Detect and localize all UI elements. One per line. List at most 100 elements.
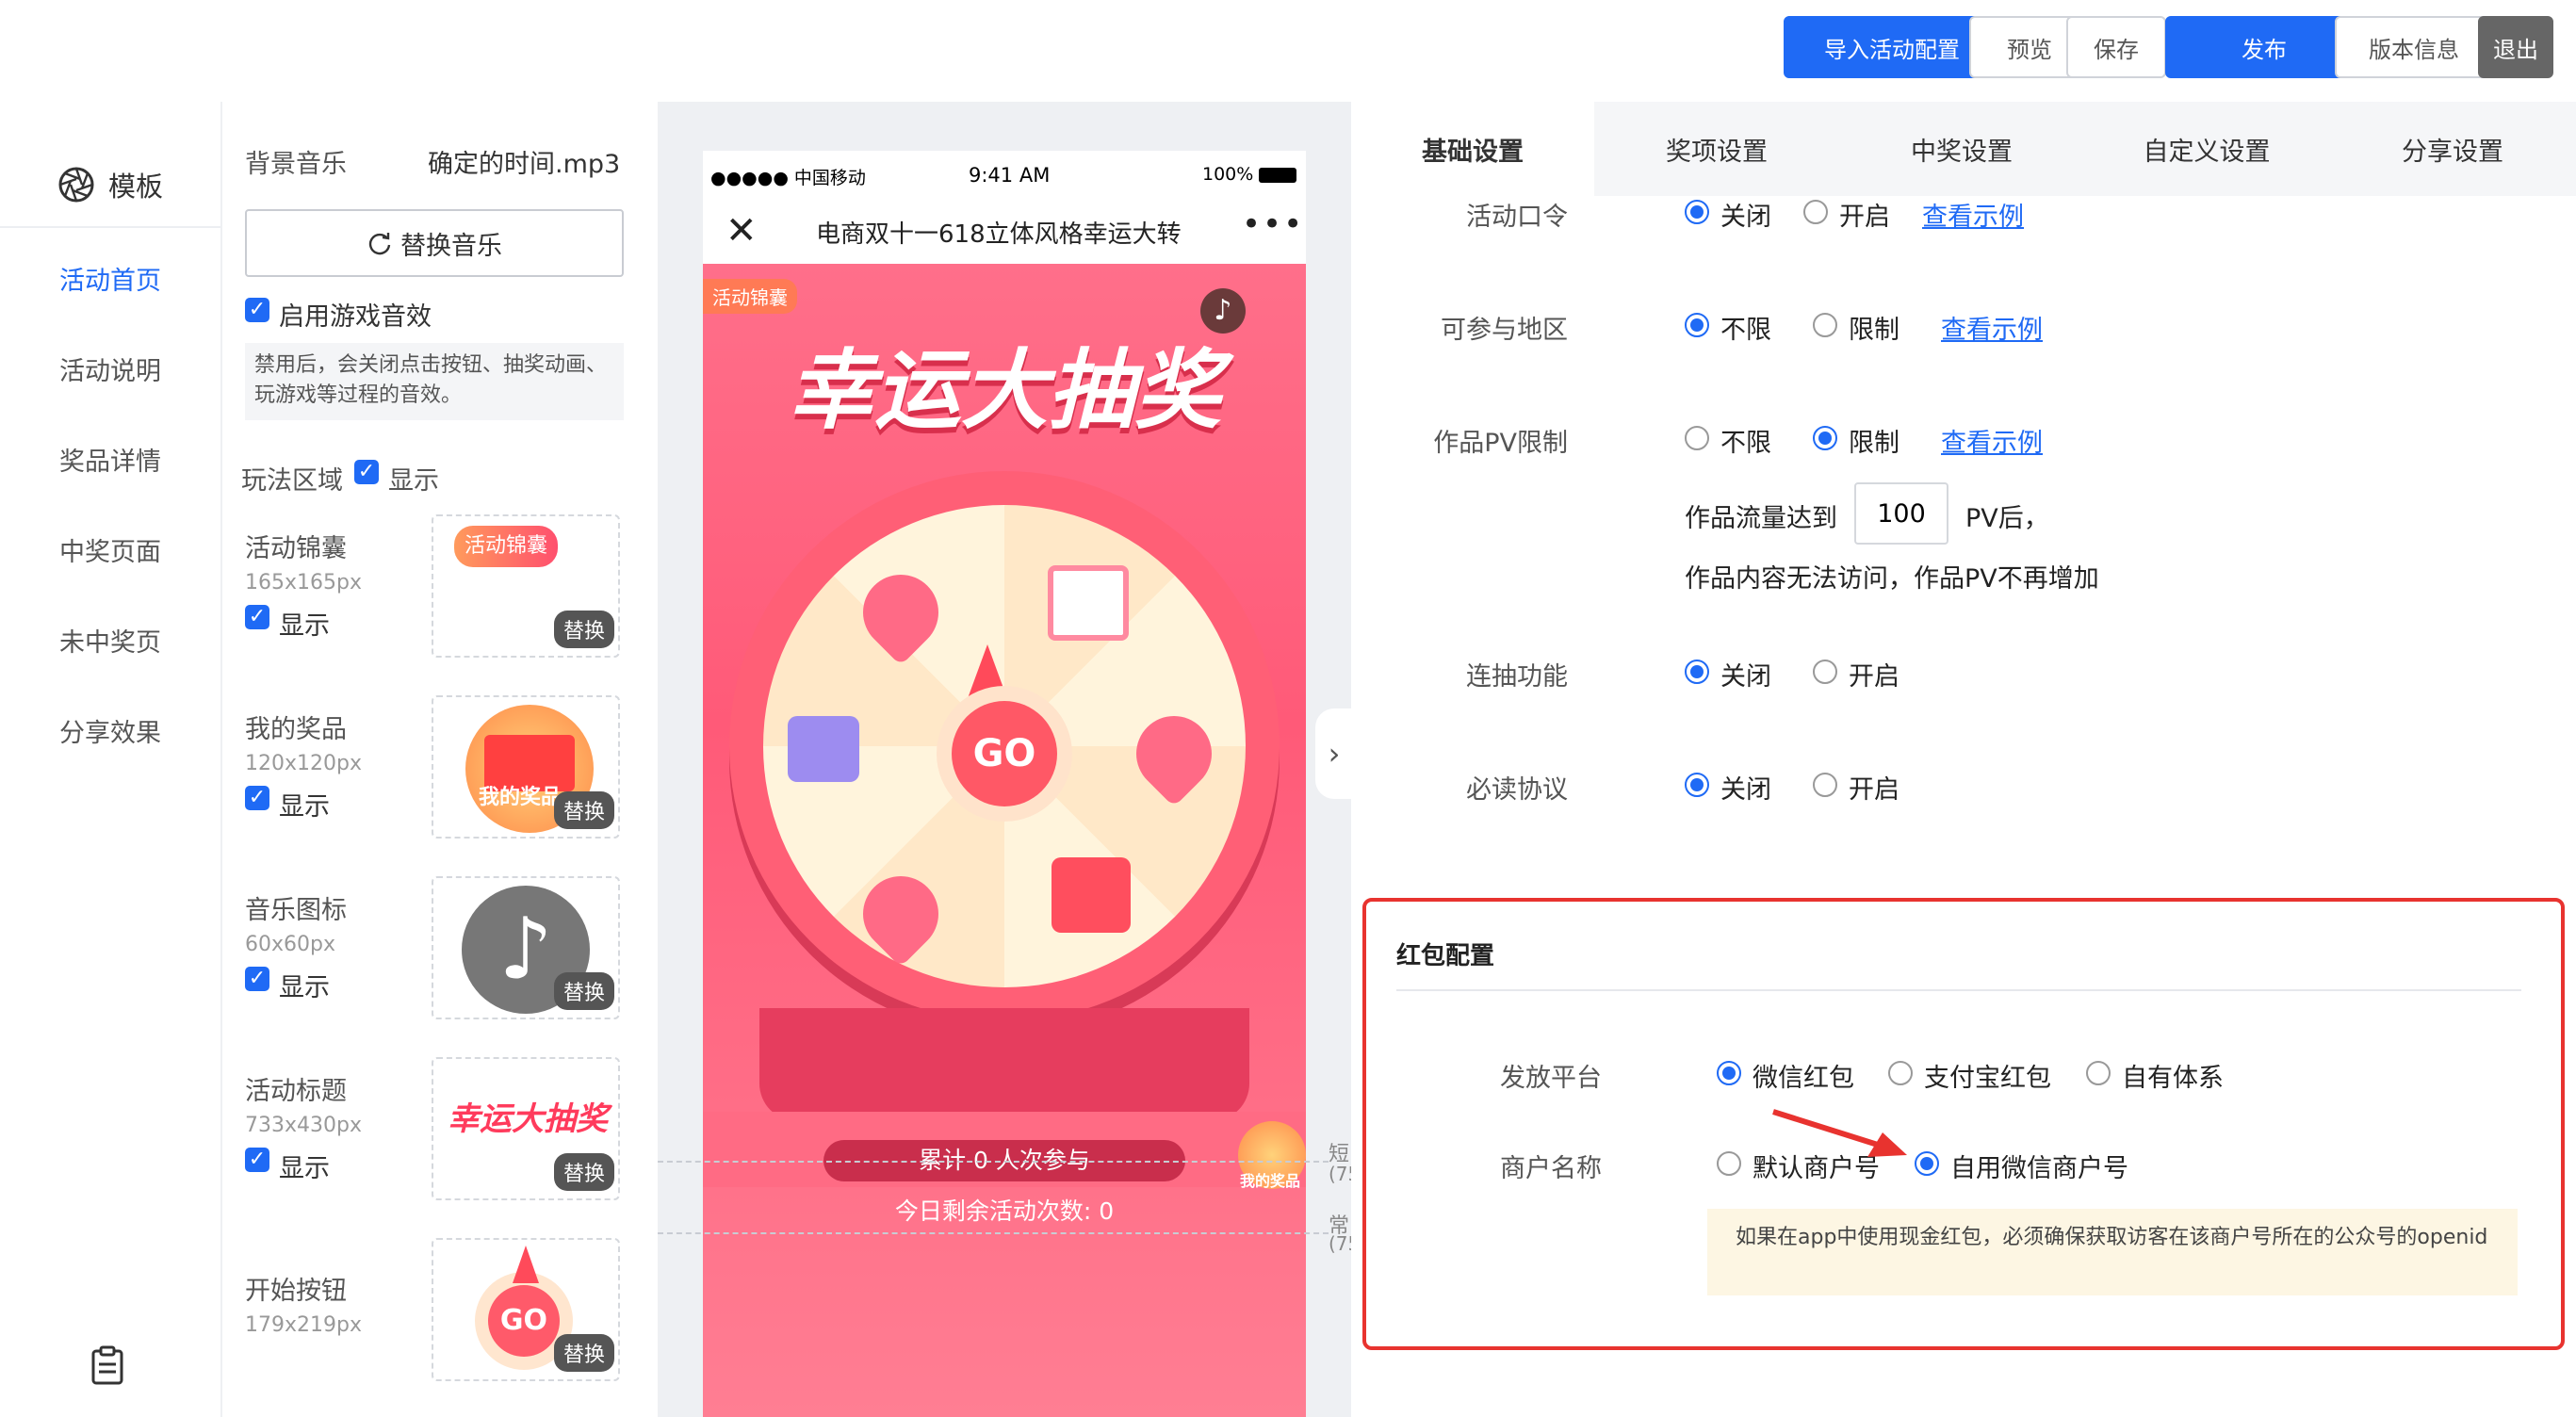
password-radio-on[interactable] <box>1803 200 1828 224</box>
sidebar-item-win-page[interactable]: 中奖页面 <box>0 531 220 568</box>
pv-radio-unlimited[interactable] <box>1685 426 1709 450</box>
save-button[interactable]: 保存 <box>2066 16 2166 78</box>
pv-note: 作品内容无法访问，作品PV不再增加 <box>1685 564 2099 594</box>
tab-prizes[interactable]: 奖项设置 <box>1594 102 1839 196</box>
version-info-button[interactable]: 版本信息 <box>2335 16 2493 78</box>
asset-show-label: 显示 <box>279 792 330 822</box>
left-nav: 模板 活动首页 活动说明 奖品详情 中奖页面 未中奖页 分享效果 <box>0 102 220 1417</box>
exit-button[interactable]: 退出 <box>2478 16 2553 78</box>
password-opt-off: 关闭 <box>1720 203 1771 232</box>
region-radio-limited[interactable] <box>1813 313 1837 337</box>
play-area-show-label: 显示 <box>388 466 439 496</box>
merchant-radio-own-wechat[interactable] <box>1915 1151 1939 1176</box>
password-example-link[interactable]: 查看示例 <box>1922 196 2024 233</box>
swap-button[interactable]: 替换 <box>553 1334 614 1372</box>
play-area-checkbox[interactable]: ✓ <box>354 460 379 484</box>
go-button[interactable]: GO <box>952 701 1057 806</box>
bg-music-file: 确定的时间.mp3 <box>428 150 621 179</box>
close-icon[interactable]: ✕ <box>726 209 758 252</box>
platform-opt-own: 自有体系 <box>2122 1064 2224 1093</box>
publish-button[interactable]: 发布 <box>2165 16 2363 78</box>
multi-draw-radio-off[interactable] <box>1685 660 1709 684</box>
pv-example-link[interactable]: 查看示例 <box>1941 422 2043 459</box>
multi-draw-radio-on[interactable] <box>1813 660 1837 684</box>
agreement-label: 必读协议 <box>1466 775 1568 805</box>
platform-radio-wechat[interactable] <box>1717 1061 1741 1085</box>
pv-threshold-input[interactable] <box>1854 482 1948 545</box>
guide-line <box>658 1161 1329 1163</box>
phone-page-title: 电商双十一618立体风格幸运大转 <box>816 220 1182 249</box>
tab-winning[interactable]: 中奖设置 <box>1839 102 2084 196</box>
region-example-link[interactable]: 查看示例 <box>1941 309 2043 346</box>
asset-show-checkbox[interactable]: ✓ <box>245 967 269 991</box>
collapse-handle[interactable]: › <box>1315 708 1353 799</box>
region-label: 可参与地区 <box>1441 316 1568 345</box>
platform-radio-alipay[interactable] <box>1888 1061 1913 1085</box>
asset-show-checkbox[interactable]: ✓ <box>245 1148 269 1172</box>
pv-opt-limited: 限制 <box>1849 429 1899 458</box>
section-divider <box>1396 989 2521 991</box>
asset-name: 音乐图标 <box>245 896 347 925</box>
aperture-icon <box>58 167 94 203</box>
phone-preview: ●●●●● 中国移动 9:41 AM 100% ✕ 电商双十一618立体风格幸运… <box>703 151 1306 1417</box>
sidebar-item-home[interactable]: 活动首页 <box>0 260 220 297</box>
merchant-radio-default[interactable] <box>1717 1151 1741 1176</box>
status-time: 9:41 AM <box>969 164 1051 187</box>
pointer-icon <box>513 1246 539 1283</box>
swap-button[interactable]: 替换 <box>553 1153 614 1191</box>
asset-thumbnail[interactable]: 幸运大抽奖 替换 <box>432 1057 620 1200</box>
agreement-opt-off: 关闭 <box>1720 775 1771 805</box>
agreement-radio-off[interactable] <box>1685 773 1709 797</box>
game-sfx-checkbox[interactable]: ✓ <box>245 298 269 322</box>
pv-radio-limited[interactable] <box>1813 426 1837 450</box>
replace-music-button[interactable]: 替换音乐 <box>245 209 624 277</box>
gift-icon <box>1048 565 1129 641</box>
pv-label: 作品PV限制 <box>1433 429 1568 458</box>
platform-opt-wechat: 微信红包 <box>1753 1064 1854 1093</box>
sidebar-item-description[interactable]: 活动说明 <box>0 350 220 387</box>
region-opt-unlimited: 不限 <box>1720 316 1771 345</box>
replace-music-label: 替换音乐 <box>400 231 502 261</box>
tab-custom[interactable]: 自定义设置 <box>2084 102 2329 196</box>
swap-button[interactable]: 替换 <box>553 791 614 829</box>
platform-radio-own[interactable] <box>2086 1061 2111 1085</box>
asset-size: 60x60px <box>245 933 335 956</box>
battery-icon <box>1259 168 1296 183</box>
sfx-hint: 禁用后，会关闭点击按钮、抽奖动画、玩游戏等过程的音效。 <box>245 343 624 420</box>
agreement-opt-on: 开启 <box>1849 775 1899 805</box>
asset-thumbnail[interactable]: ♪ 替换 <box>432 876 620 1019</box>
swap-button[interactable]: 替换 <box>553 972 614 1010</box>
sidebar-item-lose-page[interactable]: 未中奖页 <box>0 622 220 659</box>
title-thumb-text: 幸运大抽奖 <box>448 1100 608 1138</box>
more-icon[interactable]: ••• <box>1242 205 1304 243</box>
template-brand[interactable]: 模板 <box>0 143 220 228</box>
sidebar-item-share[interactable]: 分享效果 <box>0 712 220 749</box>
tab-basic[interactable]: 基础设置 <box>1351 102 1594 196</box>
agreement-radio-on[interactable] <box>1813 773 1837 797</box>
asset-thumbnail[interactable]: 我的奖品 替换 <box>432 695 620 839</box>
asset-thumbnail[interactable]: 活动锦囊 替换 <box>432 514 620 658</box>
asset-show-checkbox[interactable]: ✓ <box>245 786 269 810</box>
multi-draw-label: 连抽功能 <box>1466 662 1568 692</box>
tab-share[interactable]: 分享设置 <box>2329 102 2576 196</box>
password-radio-off[interactable] <box>1685 200 1709 224</box>
asset-thumbnail[interactable]: GO 替换 <box>432 1238 620 1381</box>
sidebar-item-prize-details[interactable]: 奖品详情 <box>0 441 220 478</box>
asset-show-checkbox[interactable]: ✓ <box>245 605 269 629</box>
bg-music-label: 背景音乐 <box>245 150 347 179</box>
clipboard-icon[interactable] <box>90 1345 124 1385</box>
asset-size: 179x219px <box>245 1313 362 1337</box>
region-radio-unlimited[interactable] <box>1685 313 1709 337</box>
poster: 活动锦囊 ♪ 幸运大抽奖 GO 累计 0 人次参与 今日剩余活动次数: 0 我的… <box>703 264 1306 1417</box>
swap-button[interactable]: 替换 <box>553 611 614 648</box>
pv-threshold-pre: 作品流量达到 <box>1685 504 1837 533</box>
platform-opt-alipay: 支付宝红包 <box>1924 1064 2051 1093</box>
arrow-icon <box>1772 1109 1907 1157</box>
asset-size: 165x165px <box>245 571 362 594</box>
merchant-label: 商户名称 <box>1500 1154 1602 1183</box>
remaining-text: 今日剩余活动次数: 0 <box>894 1197 1115 1225</box>
play-area-label: 玩法区域 <box>241 466 343 496</box>
asset-name: 我的奖品 <box>245 715 347 744</box>
activity-badge[interactable]: 活动锦囊 <box>703 279 797 314</box>
import-config-button-2[interactable]: 导入活动配置 <box>1784 16 2000 78</box>
